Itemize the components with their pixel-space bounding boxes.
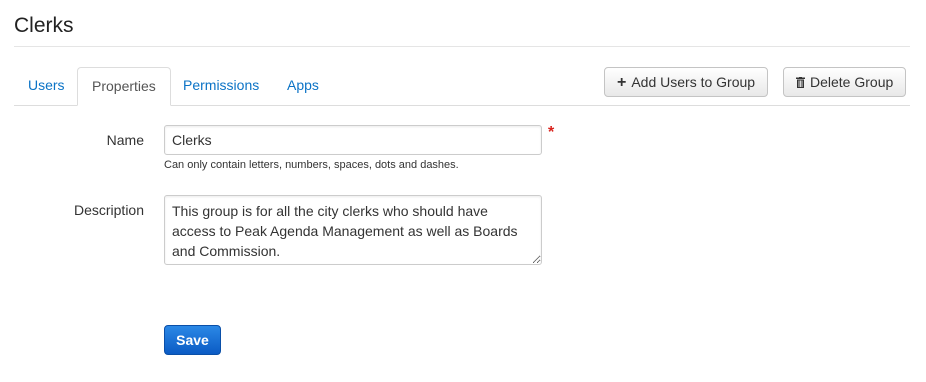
tab-permissions[interactable]: Permissions (169, 67, 273, 104)
add-users-to-group-button[interactable]: + Add Users to Group (604, 67, 769, 97)
plus-icon: + (617, 74, 627, 91)
add-users-label: Add Users to Group (631, 74, 756, 90)
description-label: Description (73, 202, 144, 218)
save-button[interactable]: Save (164, 325, 221, 355)
description-field[interactable]: This group is for all the city clerks wh… (164, 195, 542, 265)
trash-icon (796, 77, 805, 88)
name-hint: Can only contain letters, numbers, space… (164, 159, 459, 171)
tab-apps[interactable]: Apps (273, 67, 333, 104)
delete-group-label: Delete Group (810, 74, 894, 90)
title-divider (14, 46, 910, 47)
name-field[interactable] (164, 125, 542, 155)
tab-bar: Users Properties Permissions Apps (14, 67, 910, 106)
page-title: Clerks (14, 14, 74, 37)
tab-users[interactable]: Users (14, 67, 79, 104)
tab-properties[interactable]: Properties (77, 67, 171, 106)
name-label: Name (106, 132, 144, 148)
delete-group-button[interactable]: Delete Group (783, 67, 907, 97)
required-marker: * (548, 124, 555, 141)
